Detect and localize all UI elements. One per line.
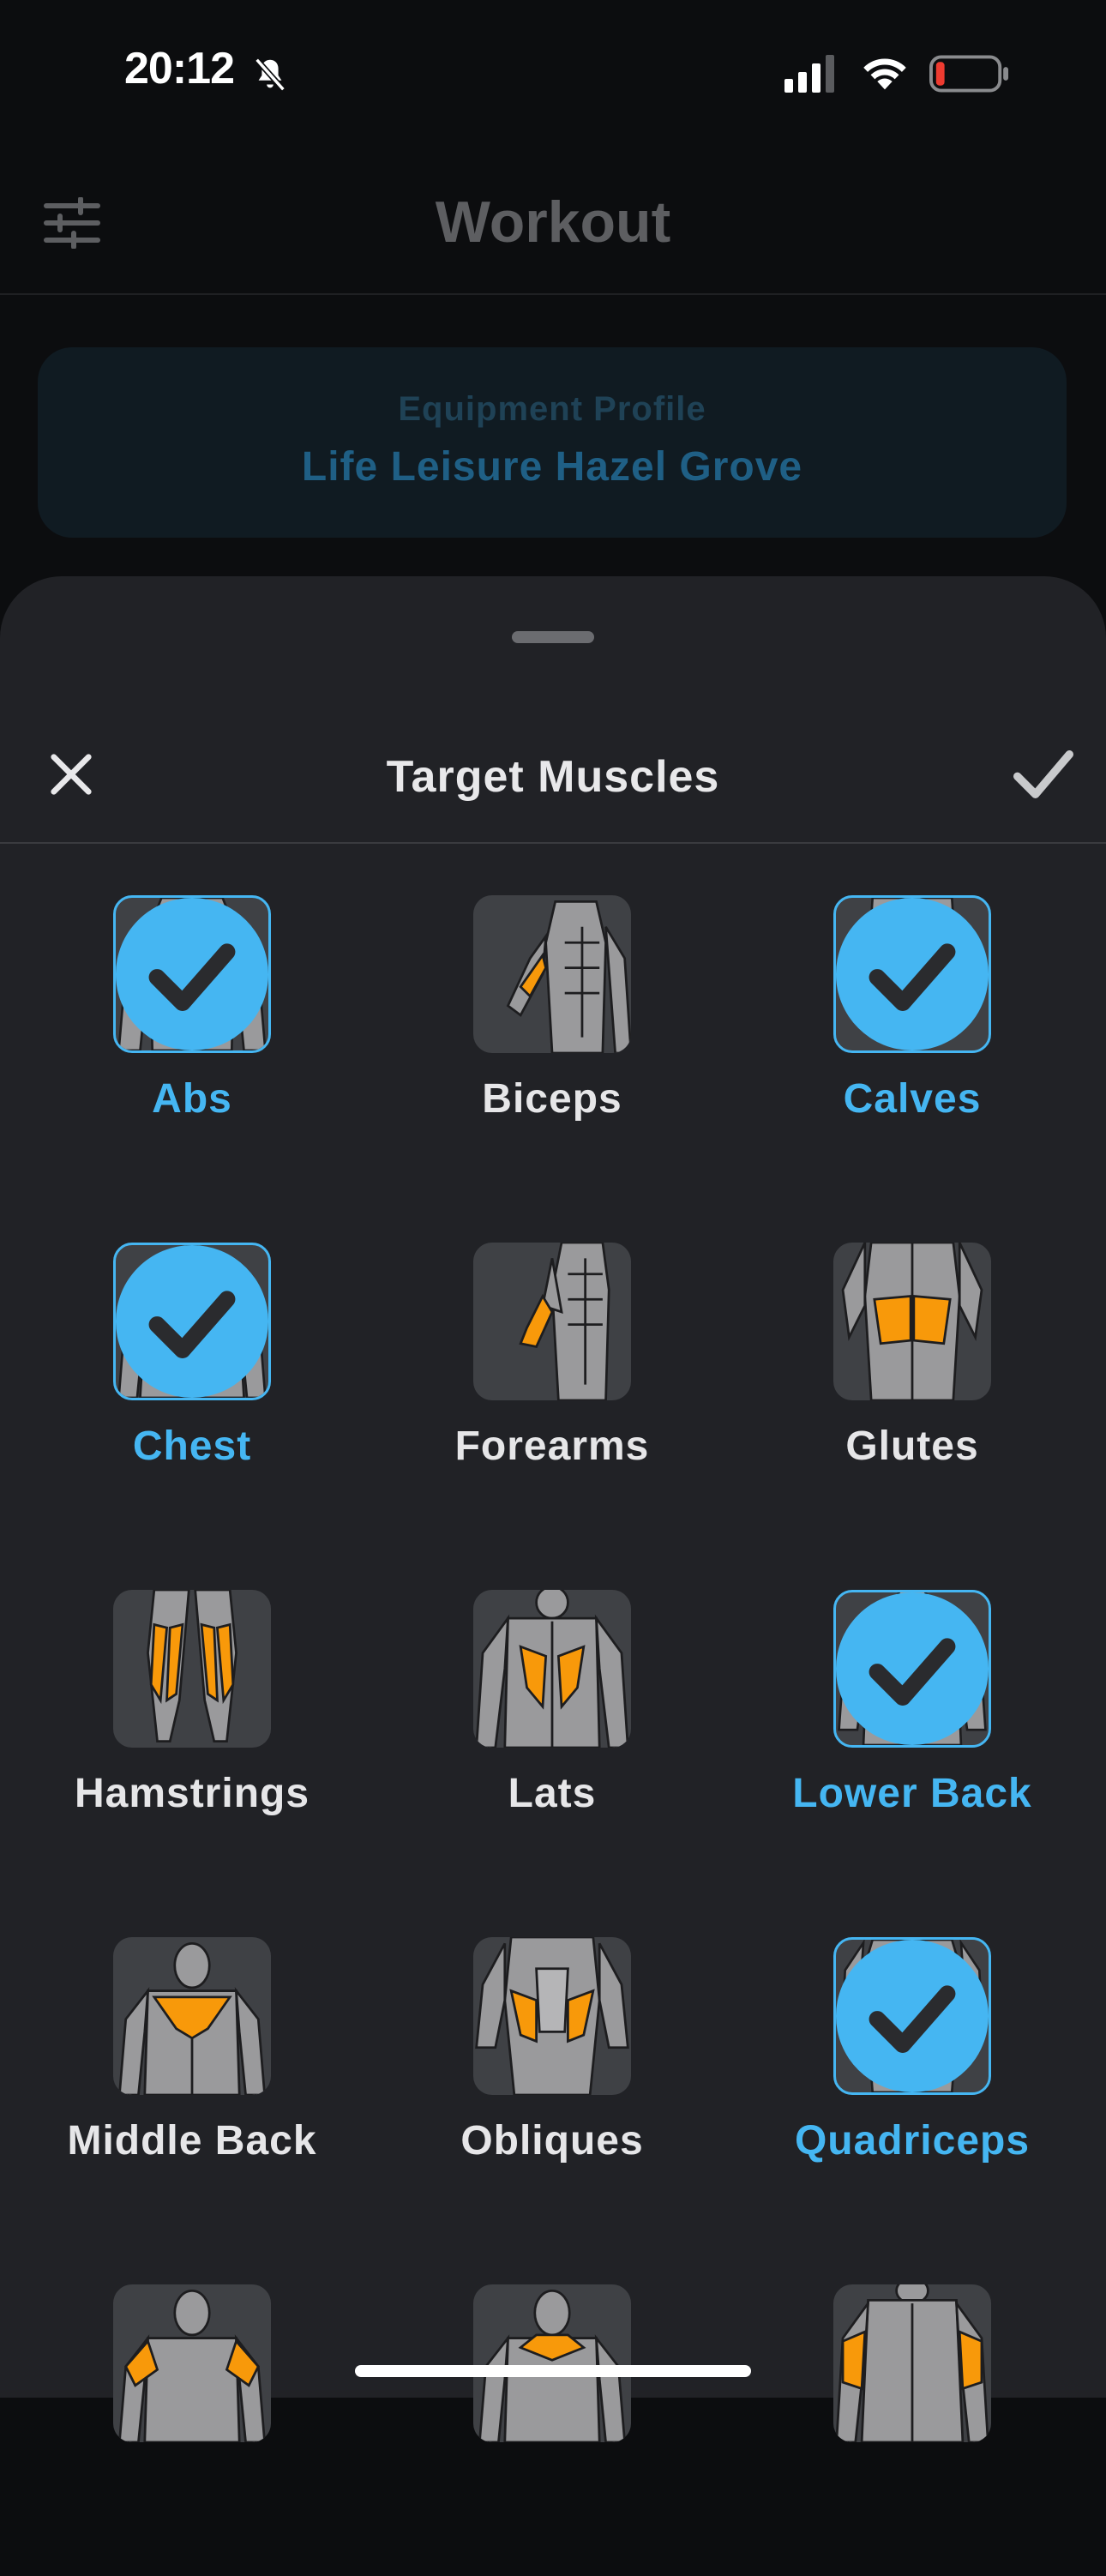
quadriceps-illustration xyxy=(833,1937,991,2095)
biceps-illustration xyxy=(473,895,631,1053)
muscle-option-chest[interactable]: Chest xyxy=(0,1243,360,1534)
muscle-label: Lats xyxy=(508,1771,597,1816)
muscle-label: Middle Back xyxy=(67,2118,317,2164)
muscle-option-lower-back[interactable]: Lower Back xyxy=(720,1590,1080,1881)
muscle-label: Obliques xyxy=(460,2118,644,2164)
selected-check-icon xyxy=(116,1245,268,1398)
middle-back-illustration xyxy=(113,1937,271,2095)
selected-check-icon xyxy=(836,1592,989,1745)
muscle-label: Forearms xyxy=(454,1423,650,1469)
sheet-drag-handle[interactable] xyxy=(512,631,594,643)
equipment-profile-name: Life Leisure Hazel Grove xyxy=(301,444,803,490)
sheet-title: Target Muscles xyxy=(386,752,720,802)
equipment-profile-card[interactable]: Equipment Profile Life Leisure Hazel Gro… xyxy=(38,347,1067,538)
glutes-illustration xyxy=(833,1243,991,1400)
triceps-illustration xyxy=(833,2284,991,2442)
battery-low-icon xyxy=(929,55,1009,93)
muscle-label: Glutes xyxy=(845,1423,979,1469)
muscle-label: Abs xyxy=(152,1076,232,1122)
muscle-option-forearms[interactable]: Forearms xyxy=(360,1243,720,1534)
muscle-label: Lower Back xyxy=(792,1771,1032,1816)
muscle-option-lats[interactable]: Lats xyxy=(360,1590,720,1881)
equipment-profile-label: Equipment Profile xyxy=(398,390,706,428)
muscle-option-abs[interactable]: Abs xyxy=(0,895,360,1187)
muscle-label: Biceps xyxy=(482,1076,622,1122)
sheet-header: Target Muscles xyxy=(0,713,1106,844)
obliques-illustration xyxy=(473,1937,631,2095)
target-muscles-sheet: Target Muscles Abs Biceps Calves Chest F… xyxy=(0,576,1106,2442)
abs-illustration xyxy=(113,895,271,1053)
traps-illustration xyxy=(473,2284,631,2442)
hamstrings-illustration xyxy=(113,1590,271,1748)
muscle-option-traps[interactable] xyxy=(360,2284,720,2576)
muscle-option-hamstrings[interactable]: Hamstrings xyxy=(0,1590,360,1881)
wifi-icon xyxy=(863,58,906,90)
muscle-option-calves[interactable]: Calves xyxy=(720,895,1080,1187)
forearms-illustration xyxy=(473,1243,631,1400)
chest-illustration xyxy=(113,1243,271,1400)
selected-check-icon xyxy=(836,1940,989,2092)
confirm-check-icon[interactable] xyxy=(1013,748,1073,801)
lower-back-illustration xyxy=(833,1590,991,1748)
status-time: 20:12 xyxy=(124,44,235,93)
muscle-label: Quadriceps xyxy=(794,2118,1031,2164)
muscle-label: Calves xyxy=(843,1076,982,1122)
selected-check-icon xyxy=(836,898,989,1050)
selected-check-icon xyxy=(116,898,268,1050)
muscle-option-quadriceps[interactable]: Quadriceps xyxy=(720,1937,1080,2229)
shoulders-illustration xyxy=(113,2284,271,2442)
muscle-option-shoulders[interactable] xyxy=(0,2284,360,2576)
lats-illustration xyxy=(473,1590,631,1748)
muscle-option-triceps[interactable] xyxy=(720,2284,1080,2576)
cellular-signal-icon xyxy=(784,55,834,93)
status-bar: 20:12 xyxy=(0,0,1106,146)
page-title: Workout xyxy=(435,190,671,255)
muscle-label: Chest xyxy=(132,1423,252,1469)
muscle-option-middle-back[interactable]: Middle Back xyxy=(0,1937,360,2229)
bell-muted-icon xyxy=(255,57,286,92)
muscle-option-glutes[interactable]: Glutes xyxy=(720,1243,1080,1534)
muscle-label: Hamstrings xyxy=(74,1771,310,1816)
calves-illustration xyxy=(833,895,991,1053)
app-header: Workout xyxy=(0,146,1106,295)
muscle-option-biceps[interactable]: Biceps xyxy=(360,895,720,1187)
muscle-option-obliques[interactable]: Obliques xyxy=(360,1937,720,2229)
home-indicator xyxy=(355,2365,751,2377)
